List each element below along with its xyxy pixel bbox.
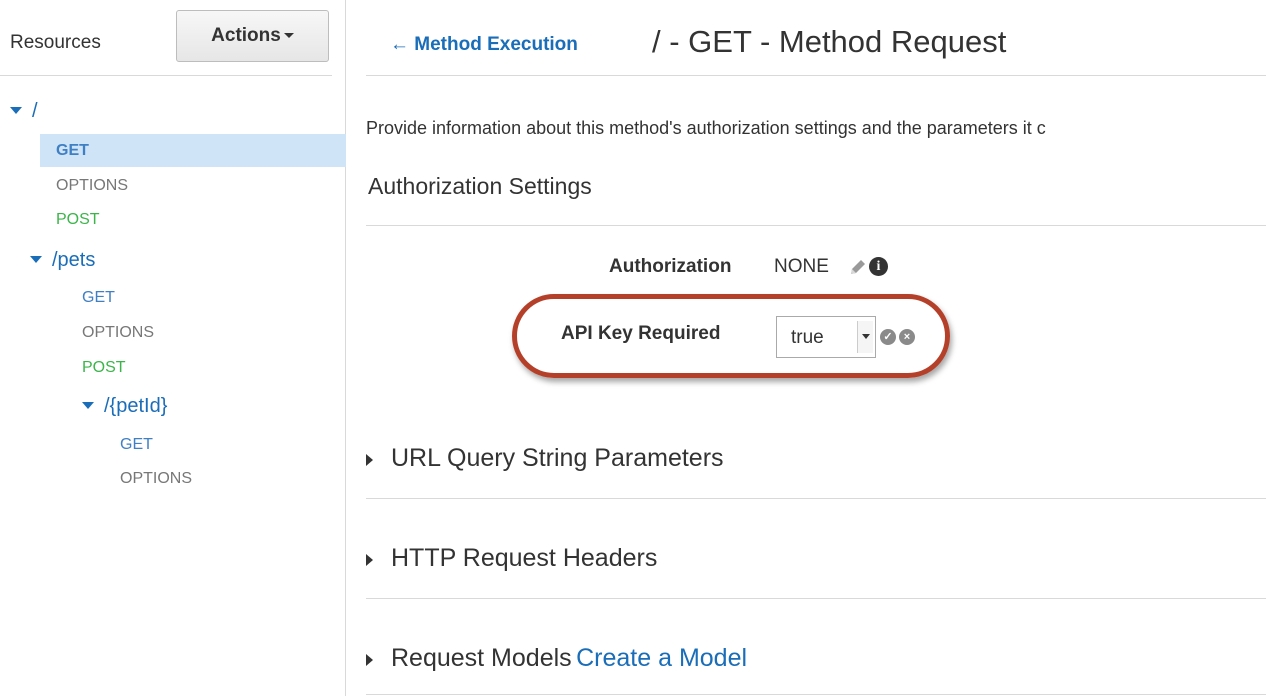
resource-path: / <box>32 100 38 122</box>
actions-label: Actions <box>211 25 281 46</box>
page-description: Provide information about this method's … <box>366 118 1046 138</box>
page-title: / - GET - Method Request <box>652 24 1007 59</box>
api-key-required-select[interactable]: true <box>776 316 876 358</box>
authorization-value: NONE <box>774 256 829 277</box>
method-label: GET <box>120 436 153 453</box>
authorization-label: Authorization <box>609 256 732 277</box>
tree-method-root-post[interactable]: POST <box>56 205 100 235</box>
resources-title: Resources <box>10 32 101 53</box>
expand-triangle-icon <box>366 453 373 466</box>
url-query-string-parameters-expander[interactable]: URL Query String Parameters <box>366 444 724 473</box>
resource-path: /pets <box>52 249 96 271</box>
divider <box>366 694 1266 695</box>
caret-down-icon <box>283 33 294 39</box>
tree-method-pets-options[interactable]: OPTIONS <box>82 318 154 348</box>
expand-triangle-icon <box>82 402 94 410</box>
tree-item-root[interactable]: / <box>10 96 38 126</box>
method-request-panel: ← Method Execution / - GET - Method Requ… <box>366 0 1266 696</box>
create-model-link[interactable]: Create a Model <box>576 644 747 672</box>
expand-triangle-icon <box>366 553 373 566</box>
select-value: true <box>791 327 824 348</box>
expand-triangle-icon <box>30 256 42 264</box>
divider <box>366 598 1266 599</box>
info-icon[interactable]: i <box>869 257 888 276</box>
resource-path: /{petId} <box>104 395 168 417</box>
tree-method-petid-options[interactable]: OPTIONS <box>120 464 192 494</box>
tree-method-pets-get[interactable]: GET <box>82 283 115 313</box>
page-header: ← Method Execution / - GET - Method Requ… <box>366 0 1266 76</box>
method-label: POST <box>82 359 126 376</box>
resources-sidebar: Resources Actions / GET OPTIONS POST /pe… <box>0 0 346 696</box>
tree-method-root-get[interactable]: GET <box>56 136 89 166</box>
expand-triangle-icon <box>10 107 22 115</box>
method-label: POST <box>56 211 100 228</box>
method-label: OPTIONS <box>82 324 155 341</box>
sidebar-header: Resources Actions <box>0 0 332 76</box>
expand-triangle-icon <box>366 653 373 666</box>
tree-method-pets-post[interactable]: POST <box>82 353 126 383</box>
request-models-expander[interactable]: Request Models Create a Model <box>366 644 747 673</box>
divider <box>366 225 1266 226</box>
tree-item-petid[interactable]: /{petId} <box>82 391 167 421</box>
method-label: GET <box>82 289 115 306</box>
authorization-settings-heading: Authorization Settings <box>368 173 592 199</box>
api-key-required-label: API Key Required <box>561 323 721 344</box>
cancel-x-icon[interactable]: × <box>899 329 915 345</box>
section-label: HTTP Request Headers <box>391 544 658 572</box>
actions-button[interactable]: Actions <box>176 10 329 62</box>
tree-method-root-options[interactable]: OPTIONS <box>56 171 128 201</box>
confirm-check-icon[interactable]: ✓ <box>880 329 896 345</box>
section-label: URL Query String Parameters <box>391 444 724 472</box>
http-request-headers-expander[interactable]: HTTP Request Headers <box>366 544 657 573</box>
method-execution-link[interactable]: ← Method Execution <box>390 34 578 56</box>
tree-method-petid-get[interactable]: GET <box>120 430 153 460</box>
pencil-icon[interactable] <box>848 257 868 277</box>
method-label: OPTIONS <box>56 177 129 194</box>
dropdown-arrow-icon <box>857 321 873 353</box>
method-label: OPTIONS <box>120 470 193 487</box>
method-label: GET <box>56 142 89 159</box>
divider <box>366 498 1266 499</box>
section-label: Request Models <box>391 644 572 672</box>
tree-item-pets[interactable]: /pets <box>30 245 95 275</box>
